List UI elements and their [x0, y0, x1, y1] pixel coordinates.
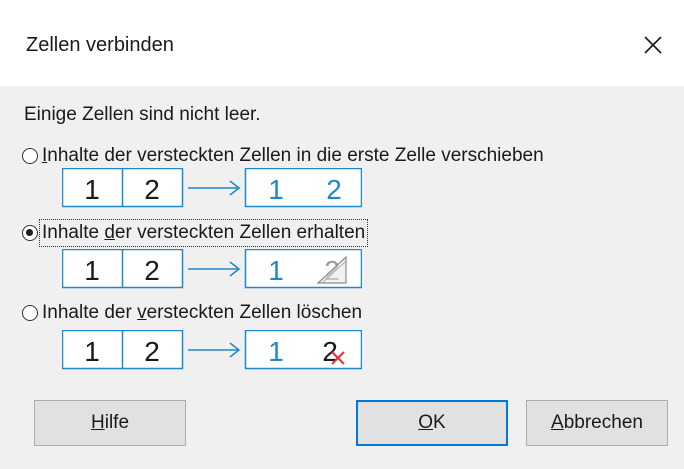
option-delete-hidden[interactable]: Inhalte der versteckten Zellen löschen	[22, 302, 362, 324]
cell-before-2: 2	[144, 174, 160, 205]
illustration-move-to-first: 1 2 1 2	[62, 168, 362, 208]
merge-cells-dialog: Zellen verbinden Einige Zellen sind nich…	[0, 0, 684, 469]
option-label: Inhalte der versteckten Zellen in die er…	[42, 145, 544, 166]
cell-after-1: 1	[268, 336, 284, 367]
option-label: Inhalte der versteckten Zellen löschen	[42, 302, 363, 323]
option-move-to-first[interactable]: Inhalte der versteckten Zellen in die er…	[22, 145, 544, 167]
illustration-keep-hidden: 1 2 1 2	[62, 249, 362, 289]
cancel-button[interactable]: Abbrechen	[526, 400, 668, 446]
option-label: Inhalte der versteckten Zellen erhalten	[38, 219, 369, 247]
radio-keep-hidden[interactable]	[22, 225, 38, 241]
cell-after-2-deleted: 2	[322, 336, 338, 367]
close-button[interactable]	[636, 28, 670, 62]
help-button[interactable]: Hilfe	[34, 400, 186, 446]
close-icon	[644, 36, 662, 54]
intro-text: Einige Zellen sind nicht leer.	[24, 104, 261, 125]
dialog-title: Zellen verbinden	[26, 34, 174, 56]
radio-delete-hidden[interactable]	[22, 305, 38, 321]
cell-before-2: 2	[144, 336, 160, 367]
arrow-right-icon	[188, 180, 241, 196]
title-bar: Zellen verbinden	[0, 0, 684, 86]
cell-after-1: 1	[268, 174, 284, 205]
cell-before-2: 2	[144, 255, 160, 286]
cell-before-1: 1	[84, 336, 100, 367]
cell-after-2: 2	[326, 174, 342, 205]
cell-before-1: 1	[84, 255, 100, 286]
ok-button[interactable]: OK	[356, 400, 508, 446]
illustration-delete-hidden: 1 2 1 2	[62, 330, 362, 370]
arrow-right-icon	[188, 342, 241, 358]
radio-move-to-first[interactable]	[22, 148, 38, 164]
option-keep-hidden[interactable]: Inhalte der versteckten Zellen erhalten	[22, 219, 369, 247]
cell-before-1: 1	[84, 174, 100, 205]
arrow-right-icon	[188, 261, 241, 277]
cell-after-1: 1	[268, 255, 284, 286]
